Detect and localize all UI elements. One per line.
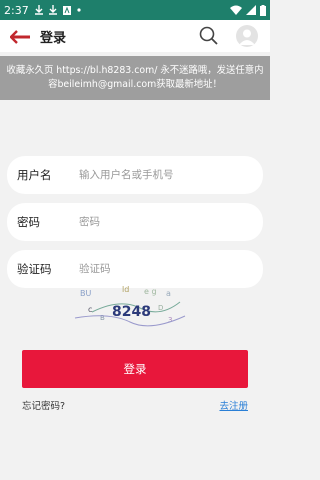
username-field: 用户名 bbox=[7, 156, 263, 194]
notification-icons bbox=[34, 5, 81, 15]
login-button[interactable]: 登录 bbox=[22, 350, 248, 388]
captcha-graphic: BU ld e g a c B D 3 8248 bbox=[74, 285, 186, 327]
status-bar: 2:37 bbox=[0, 0, 270, 20]
text-icon bbox=[62, 5, 71, 15]
svg-text:B: B bbox=[100, 314, 105, 322]
search-button[interactable] bbox=[198, 26, 220, 46]
captcha-input[interactable] bbox=[79, 263, 263, 275]
svg-text:e g: e g bbox=[144, 287, 157, 296]
app-header: 登录 bbox=[0, 20, 270, 52]
captcha-code: 8248 bbox=[112, 304, 151, 320]
password-label: 密码 bbox=[17, 215, 40, 229]
password-input[interactable] bbox=[79, 216, 263, 228]
back-button[interactable] bbox=[9, 29, 30, 44]
notice-banner: 收藏永久页 https://bl.h8283.com/ 永不迷路哦，发送任意内容… bbox=[0, 56, 270, 100]
search-icon bbox=[199, 26, 218, 45]
download-icon bbox=[34, 5, 43, 15]
dot-icon bbox=[77, 8, 81, 12]
captcha-image[interactable]: BU ld e g a c B D 3 8248 bbox=[70, 282, 188, 328]
username-label: 用户名 bbox=[17, 168, 52, 182]
svg-text:c: c bbox=[88, 305, 92, 314]
svg-text:a: a bbox=[166, 289, 171, 298]
svg-text:ld: ld bbox=[122, 285, 129, 294]
username-input[interactable] bbox=[79, 169, 263, 181]
system-icons bbox=[230, 4, 266, 16]
captcha-label: 验证码 bbox=[17, 262, 52, 276]
user-avatar-icon bbox=[239, 29, 255, 45]
download-icon bbox=[48, 5, 57, 15]
status-time: 2:37 bbox=[4, 3, 29, 17]
password-field: 密码 bbox=[7, 203, 263, 241]
battery-icon bbox=[260, 4, 266, 16]
wifi-icon bbox=[230, 5, 242, 15]
avatar[interactable] bbox=[236, 25, 258, 47]
back-arrow-icon bbox=[9, 30, 30, 44]
signal-icon bbox=[246, 5, 256, 15]
page-title: 登录 bbox=[40, 30, 67, 46]
svg-text:BU: BU bbox=[80, 289, 91, 298]
register-link[interactable]: 去注册 bbox=[219, 398, 248, 412]
forgot-password-link[interactable]: 忘记密码? bbox=[22, 398, 65, 412]
